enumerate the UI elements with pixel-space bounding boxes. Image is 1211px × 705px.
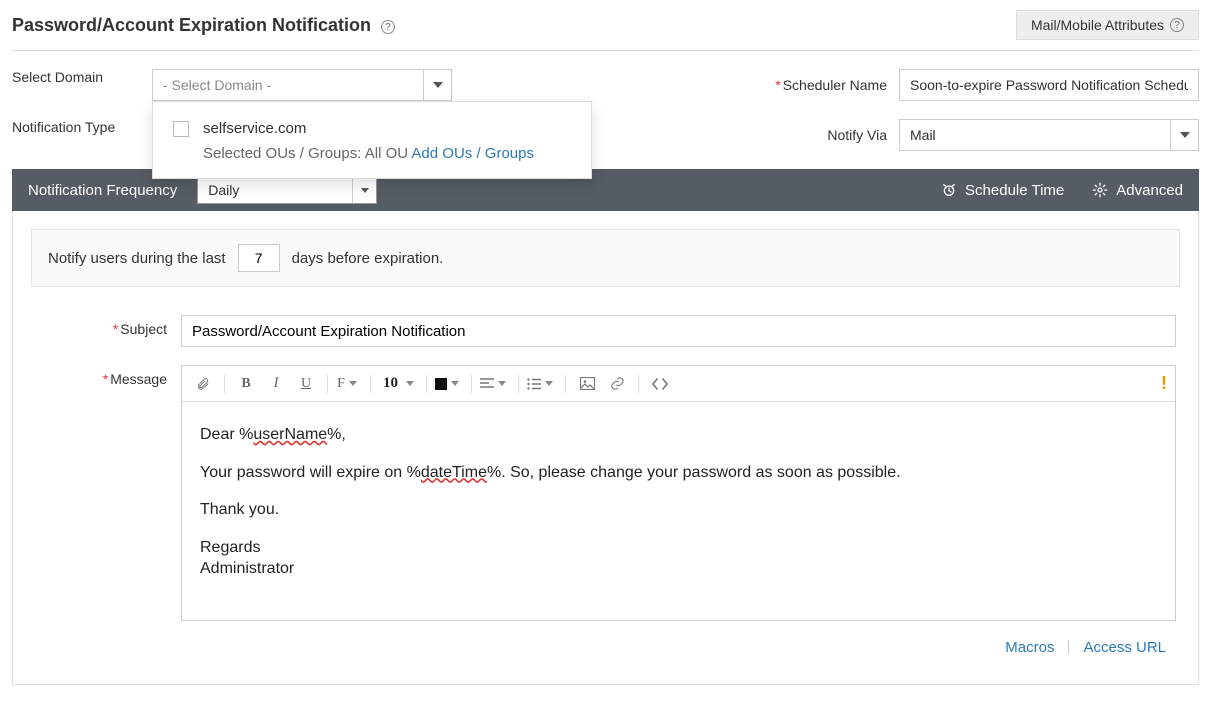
chevron-down-icon bbox=[1180, 132, 1190, 138]
toolbar-separator bbox=[426, 375, 427, 393]
image-button[interactable] bbox=[574, 371, 600, 397]
advanced-button[interactable]: Advanced bbox=[1092, 182, 1183, 199]
chevron-down-icon bbox=[451, 381, 459, 386]
page-title: Password/Account Expiration Notification bbox=[12, 15, 371, 35]
toolbar-separator bbox=[471, 375, 472, 393]
list-icon bbox=[527, 378, 541, 390]
font-color-dropdown[interactable] bbox=[435, 371, 463, 397]
toolbar-separator bbox=[370, 375, 371, 393]
notify-via-value: Mail bbox=[910, 127, 936, 143]
code-button[interactable] bbox=[647, 371, 673, 397]
notify-via-label: Notify Via bbox=[754, 127, 899, 143]
list-dropdown[interactable] bbox=[527, 371, 557, 397]
mail-mobile-attributes-label: Mail/Mobile Attributes bbox=[1031, 17, 1164, 33]
help-mailattr-icon[interactable]: ? bbox=[1170, 18, 1184, 32]
code-icon bbox=[652, 378, 668, 390]
notification-frequency-dropdown[interactable]: Daily bbox=[197, 176, 377, 204]
select-domain-label: Select Domain bbox=[12, 69, 152, 85]
select-domain-dropdown[interactable]: - Select Domain - bbox=[152, 69, 452, 101]
domain-option-label[interactable]: selfservice.com bbox=[203, 120, 306, 137]
image-icon bbox=[580, 377, 595, 390]
link-button[interactable] bbox=[604, 371, 630, 397]
toolbar-separator bbox=[518, 375, 519, 393]
font-family-dropdown[interactable]: F bbox=[336, 371, 362, 397]
gear-icon bbox=[1092, 182, 1108, 198]
bold-button[interactable]: B bbox=[233, 371, 259, 397]
chevron-down-icon bbox=[406, 381, 414, 386]
domain-option-checkbox[interactable] bbox=[173, 121, 189, 137]
access-url-link[interactable]: Access URL bbox=[1069, 639, 1180, 656]
help-title-icon[interactable]: ? bbox=[381, 20, 395, 34]
notification-type-label: Notification Type bbox=[12, 119, 152, 135]
editor-toolbar: B I U F 10 bbox=[182, 366, 1175, 402]
message-label: *Message bbox=[31, 365, 181, 387]
macros-link[interactable]: Macros bbox=[991, 639, 1068, 656]
toolbar-separator bbox=[565, 375, 566, 393]
subject-input[interactable] bbox=[181, 315, 1176, 347]
chevron-down-icon bbox=[545, 381, 553, 386]
notify-days-after-text: days before expiration. bbox=[292, 250, 444, 267]
notification-frequency-value: Daily bbox=[208, 182, 239, 198]
editor-body[interactable]: Dear %userName%, Your password will expi… bbox=[182, 402, 1175, 620]
chevron-down-icon bbox=[498, 381, 506, 386]
main-panel: Notify users during the last days before… bbox=[12, 211, 1199, 685]
link-icon bbox=[610, 376, 625, 391]
add-ous-groups-link[interactable]: Add OUs / Groups bbox=[411, 145, 534, 162]
chevron-down-icon bbox=[433, 82, 443, 88]
color-swatch-icon bbox=[435, 378, 447, 390]
toolbar-separator bbox=[638, 375, 639, 393]
mail-mobile-attributes-button[interactable]: Mail/Mobile Attributes ? bbox=[1016, 10, 1199, 40]
notify-days-input[interactable] bbox=[238, 244, 280, 272]
editor-links-row: Macros Access URL bbox=[31, 639, 1180, 656]
chevron-down-icon bbox=[361, 188, 369, 193]
underline-button[interactable]: U bbox=[293, 371, 319, 397]
notify-days-before-text: Notify users during the last bbox=[48, 250, 226, 267]
subject-label: *Subject bbox=[31, 315, 181, 337]
notification-frequency-label: Notification Frequency bbox=[28, 182, 177, 199]
select-domain-chevron[interactable] bbox=[423, 70, 451, 100]
domain-dropdown-panel: selfservice.com Selected OUs / Groups: A… bbox=[152, 101, 592, 179]
domain-selected-text: Selected OUs / Groups: All OU bbox=[203, 145, 411, 162]
scheduler-name-label: *Scheduler Name bbox=[754, 77, 899, 93]
align-left-icon bbox=[480, 378, 494, 390]
toolbar-separator bbox=[224, 375, 225, 393]
font-size-dropdown[interactable]: 10 bbox=[379, 371, 418, 397]
notify-via-chevron[interactable] bbox=[1170, 120, 1198, 150]
alarm-clock-icon bbox=[941, 182, 957, 198]
advanced-label: Advanced bbox=[1116, 182, 1183, 199]
paperclip-icon bbox=[196, 377, 210, 391]
notify-via-dropdown[interactable]: Mail bbox=[899, 119, 1199, 151]
notify-days-row: Notify users during the last days before… bbox=[31, 229, 1180, 287]
message-editor: B I U F 10 bbox=[181, 365, 1176, 621]
align-dropdown[interactable] bbox=[480, 371, 510, 397]
frequency-chevron[interactable] bbox=[352, 177, 376, 203]
toolbar-separator bbox=[327, 375, 328, 393]
schedule-time-label: Schedule Time bbox=[965, 182, 1064, 199]
select-domain-placeholder: - Select Domain - bbox=[163, 77, 271, 93]
schedule-time-button[interactable]: Schedule Time bbox=[941, 182, 1064, 199]
italic-button[interactable]: I bbox=[263, 371, 289, 397]
scheduler-name-input[interactable] bbox=[899, 69, 1199, 101]
attach-button[interactable] bbox=[190, 371, 216, 397]
chevron-down-icon bbox=[349, 381, 357, 386]
warning-icon[interactable]: ! bbox=[1161, 373, 1167, 394]
